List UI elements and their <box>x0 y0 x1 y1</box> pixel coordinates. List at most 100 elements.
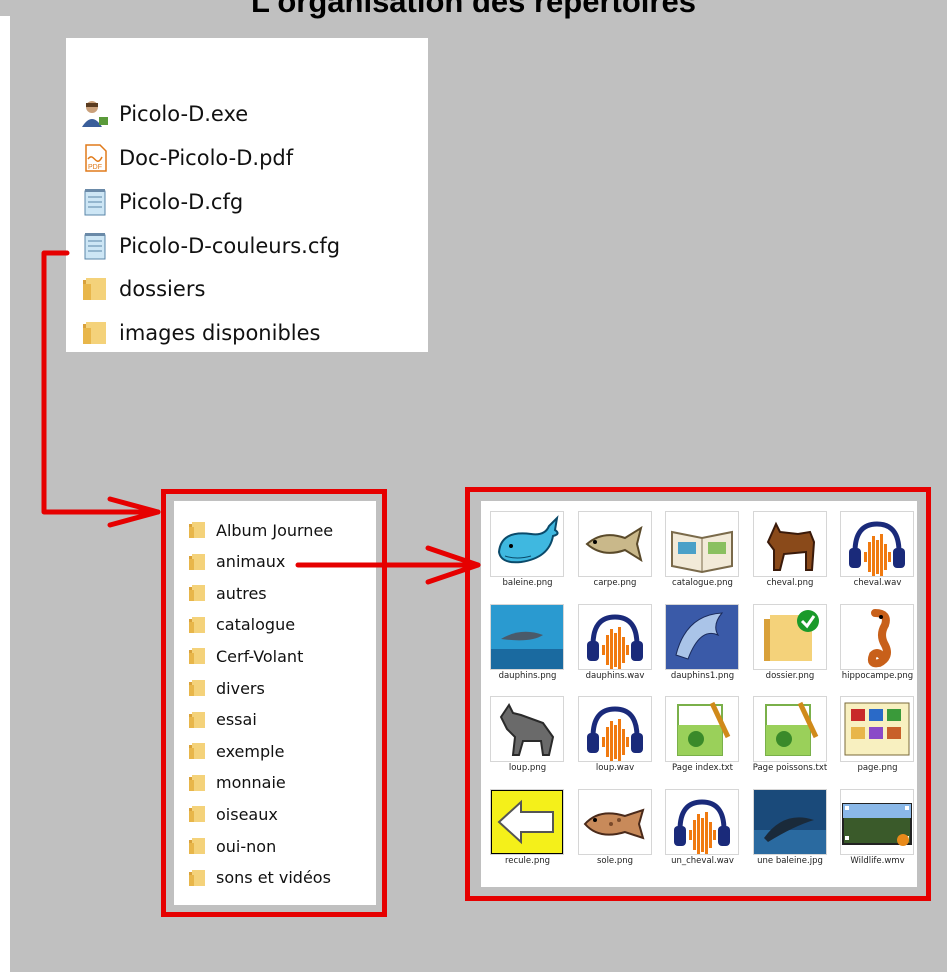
folder-label: exemple <box>216 741 285 761</box>
folder-item[interactable]: oui-non <box>188 833 276 859</box>
file-label: Picolo-D.exe <box>119 102 249 126</box>
file-tile[interactable]: sole.png <box>572 783 659 873</box>
file-tile[interactable]: Wildlife.wmv <box>834 783 921 873</box>
folder-check-icon <box>752 603 827 670</box>
whale-photo-icon <box>752 788 827 855</box>
folder-item[interactable]: sons et vidéos <box>188 865 331 891</box>
file-caption: loup.wav <box>595 763 635 773</box>
file-tile[interactable]: dossier.png <box>747 598 834 688</box>
file-tile[interactable]: baleine.png <box>484 505 571 595</box>
folder-icon <box>189 585 205 602</box>
dolphins-photo-icon <box>490 603 564 670</box>
file-row-couleurs-cfg[interactable]: Picolo-D-couleurs.cfg <box>80 228 340 264</box>
file-tile[interactable]: loup.png <box>484 690 571 780</box>
folder-icon <box>189 806 205 823</box>
folder-icon <box>83 322 106 344</box>
video-icon <box>840 788 914 855</box>
file-tile[interactable]: carpe.png <box>572 505 659 595</box>
folder-label: monnaie <box>216 773 286 793</box>
file-caption: recule.png <box>504 855 551 866</box>
notepad-icon <box>84 233 106 260</box>
file-tile[interactable]: Page index.txt <box>659 690 746 780</box>
wolf-icon <box>490 696 564 762</box>
file-tile[interactable]: cheval.wav <box>834 505 921 595</box>
folder-item[interactable]: Album Journee <box>188 517 333 543</box>
folder-item[interactable]: autres <box>188 580 267 606</box>
book-icon <box>665 511 739 577</box>
audio-icon <box>665 788 739 855</box>
folder-item[interactable]: monnaie <box>188 770 286 796</box>
file-row-images-disponibles[interactable]: images disponibles <box>80 315 320 351</box>
fish-icon <box>577 511 652 577</box>
file-caption: une baleine.jpg <box>757 855 823 866</box>
notepad-plus-icon <box>752 696 827 762</box>
flatfish-icon <box>577 788 652 855</box>
folder-icon <box>189 838 205 854</box>
file-label: Doc-Picolo-D.pdf <box>119 146 294 170</box>
folder-item[interactable]: oiseaux <box>188 801 278 827</box>
file-caption: cheval.wav <box>853 578 902 588</box>
folder-label: sons et vidéos <box>216 868 331 888</box>
folder-item[interactable]: animaux <box>188 549 285 575</box>
file-label: Picolo-D.cfg <box>119 190 244 214</box>
folder-item[interactable]: Cerf-Volant <box>188 643 303 669</box>
file-caption: Wildlife.wmv <box>850 855 905 866</box>
folder-label: oiseaux <box>216 804 278 824</box>
folder-label: autres <box>216 583 267 603</box>
file-caption: page.png <box>857 763 898 773</box>
pdf-icon: PDF <box>85 144 107 172</box>
file-tile[interactable]: page.png <box>834 690 921 780</box>
files-panel: baleine.png carpe.png catalogue.png cheval.… <box>481 501 917 887</box>
file-caption: dauphins.wav <box>585 670 645 681</box>
file-tile[interactable]: hippocampe.png <box>834 598 921 688</box>
folder-item[interactable]: catalogue <box>188 612 295 638</box>
folder-icon <box>189 743 205 760</box>
file-caption: carpe.png <box>593 578 637 588</box>
file-row-picolo-cfg[interactable]: Picolo-D.cfg <box>80 184 243 220</box>
audio-icon <box>840 511 914 577</box>
app-user-icon <box>82 101 108 127</box>
folder-item[interactable]: essai <box>188 707 257 733</box>
file-tile[interactable]: cheval.png <box>747 505 834 595</box>
whale-icon <box>490 511 564 577</box>
back-arrow-icon <box>490 788 564 855</box>
file-row-doc-pdf[interactable]: PDF Doc-Picolo-D.pdf <box>80 140 293 176</box>
file-tile[interactable]: recule.png <box>484 783 571 873</box>
notepad-plus-icon <box>665 696 739 762</box>
file-caption: baleine.png <box>502 578 553 588</box>
file-label: dossiers <box>119 277 206 301</box>
folder-item[interactable]: exemple <box>188 738 284 764</box>
folder-icon <box>189 616 205 633</box>
file-caption: un_cheval.wav <box>671 855 734 866</box>
folder-item[interactable]: divers <box>188 675 265 701</box>
audio-icon <box>577 603 652 670</box>
file-caption: cheval.png <box>766 578 814 588</box>
file-tile[interactable]: dauphins1.png <box>659 598 746 688</box>
file-caption: hippocampe.png <box>841 670 914 681</box>
file-tile[interactable]: loup.wav <box>572 690 659 780</box>
folder-label: Album Journee <box>216 520 334 540</box>
file-row-picolo-exe[interactable]: Picolo-D.exe <box>80 96 248 132</box>
file-caption: sole.png <box>596 855 634 866</box>
dolphin-icon <box>665 603 739 670</box>
file-caption: dauphins1.png <box>670 670 735 681</box>
folder-icon <box>189 680 205 696</box>
file-tile[interactable]: dauphins.png <box>484 598 571 688</box>
file-tile[interactable]: dauphins.wav <box>572 598 659 688</box>
page-icon <box>840 696 914 762</box>
file-label: images disponibles <box>119 321 321 345</box>
file-tile[interactable]: Page poissons.txt <box>747 690 834 780</box>
seahorse-icon <box>840 603 914 670</box>
file-caption: catalogue.png <box>672 578 733 588</box>
file-tile[interactable]: une baleine.jpg <box>747 783 834 873</box>
folder-icon <box>83 278 106 300</box>
file-tile[interactable]: catalogue.png <box>659 505 746 595</box>
page-title: L'organisation des répertoires <box>251 0 696 19</box>
file-label: Picolo-D-couleurs.cfg <box>119 234 341 258</box>
audio-icon <box>577 696 652 762</box>
folder-icon <box>189 711 205 728</box>
file-caption: dossier.png <box>765 670 815 681</box>
file-caption: Page index.txt <box>672 763 733 773</box>
file-tile[interactable]: un_cheval.wav <box>659 783 746 873</box>
file-row-dossiers[interactable]: dossiers <box>80 271 205 307</box>
